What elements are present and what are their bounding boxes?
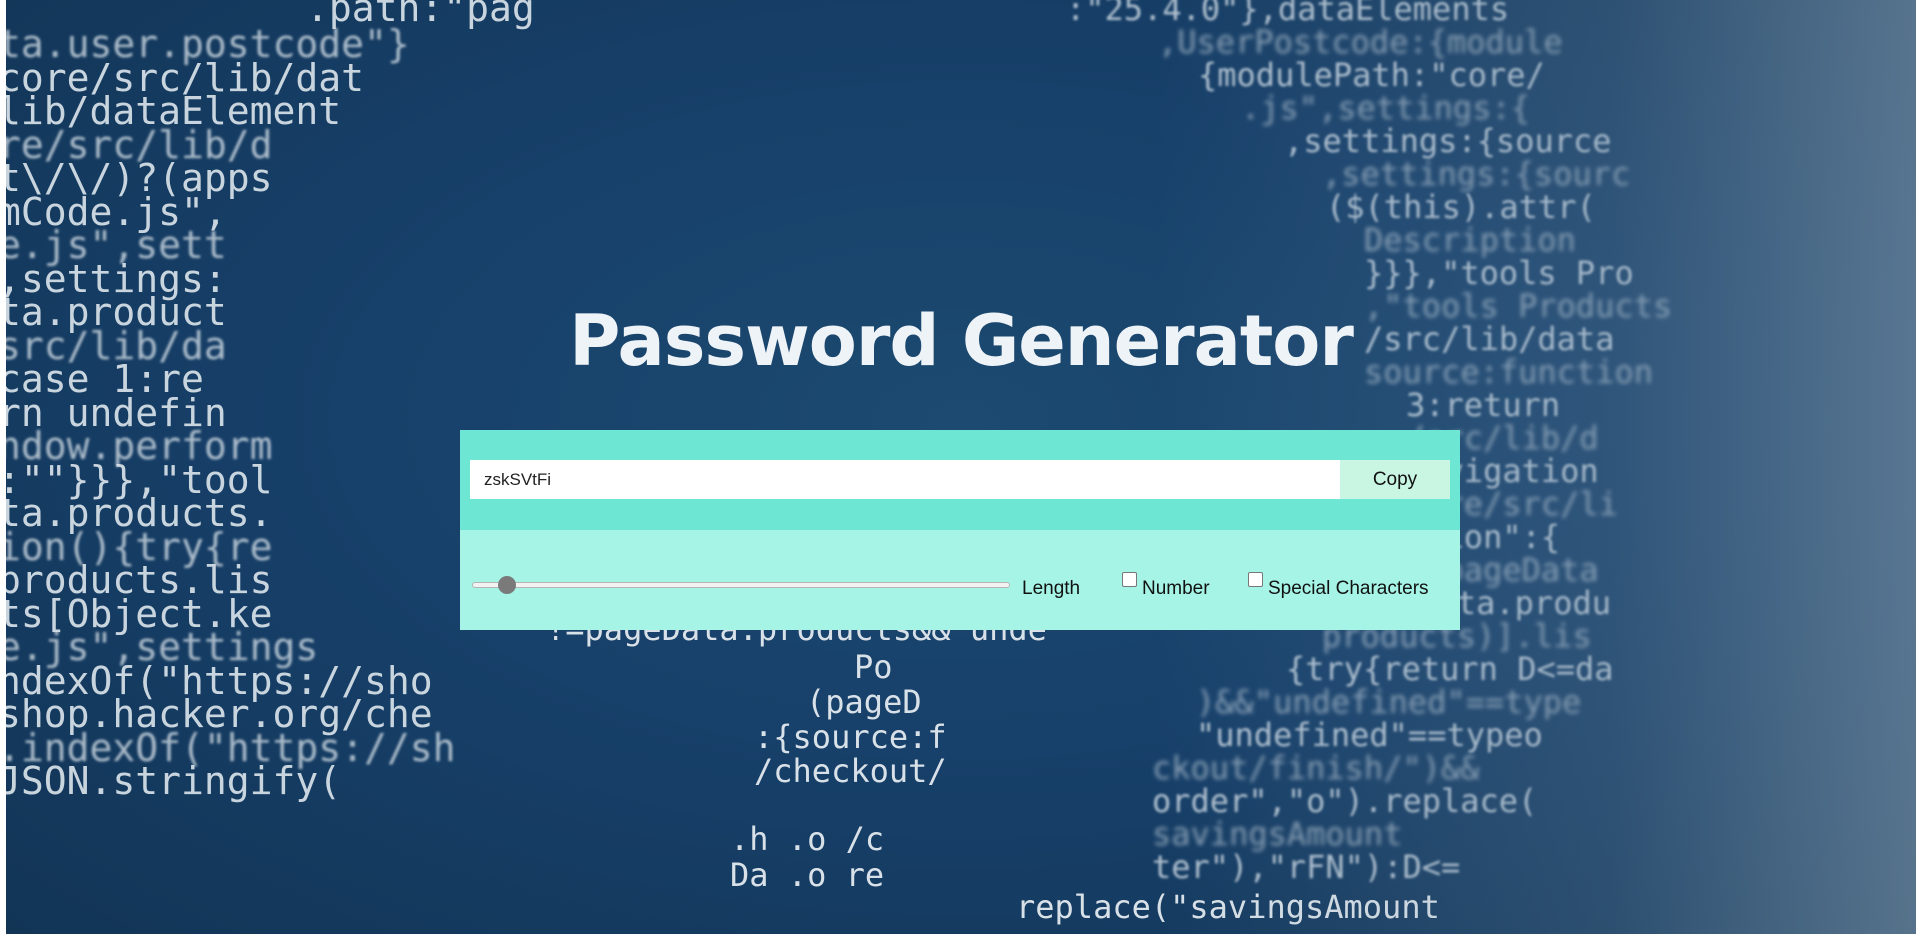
background-code-line: ,settings: bbox=[6, 256, 227, 301]
length-label: Length bbox=[1022, 578, 1081, 599]
password-row: Copy bbox=[460, 430, 1460, 530]
background-code-line: Da .o re bbox=[730, 856, 885, 894]
background-code-line: products.lis bbox=[6, 558, 273, 602]
background-code-line: .indexOf("https://sh bbox=[6, 725, 456, 770]
background-code-line: .js",settings:{ bbox=[1241, 89, 1530, 127]
background-code-line: /checkout/ bbox=[754, 752, 947, 790]
background-code-line: (pageD bbox=[806, 683, 922, 721]
background-code-line: {try{return D<=da bbox=[1286, 650, 1614, 688]
background-code-line: rn undefin bbox=[6, 390, 227, 435]
background-code-line: order","o").replace( bbox=[1152, 782, 1538, 820]
page-title: Password Generator bbox=[569, 300, 1354, 382]
background-code-line: mCode.js", bbox=[6, 189, 227, 234]
number-checkbox[interactable] bbox=[1122, 572, 1137, 587]
background-code-line: ndow.perform bbox=[6, 424, 273, 468]
background-code-line: ter"),"rFN"):D<= bbox=[1152, 848, 1461, 886]
background-code-line: e.js",settings bbox=[6, 625, 319, 669]
background-code-line: ts[Object.ke bbox=[6, 591, 273, 636]
background-code-line: ndexOf("https://sho bbox=[6, 658, 433, 703]
special-characters-label: Special Characters bbox=[1268, 578, 1429, 599]
background-code-line: Po bbox=[854, 648, 893, 686]
length-slider-track[interactable] bbox=[472, 582, 1010, 588]
background-code-line: ,UserPostcode:{module bbox=[1158, 23, 1563, 61]
background-code-line: core/src/lib/dat bbox=[6, 55, 365, 100]
background-code-line: )&&"undefined"==type bbox=[1196, 683, 1582, 721]
copy-button[interactable]: Copy bbox=[1340, 460, 1450, 499]
background-code-line: ckout/finish/")&& bbox=[1152, 749, 1480, 787]
length-slider[interactable] bbox=[472, 574, 1010, 596]
number-label: Number bbox=[1142, 578, 1210, 599]
background-code-line: replace("savingsAmount bbox=[1016, 888, 1440, 926]
background-code-line: Description bbox=[1364, 221, 1576, 259]
background-code-line: }}},"tools Pro bbox=[1364, 254, 1634, 292]
background-code-line: .path:"pag bbox=[306, 0, 535, 30]
background-code-line: ($(this).attr( bbox=[1326, 188, 1596, 226]
background-code-line: ta.products. bbox=[6, 491, 273, 535]
background-code-line: JSON.stringify( bbox=[6, 759, 342, 803]
app-background: .path:"pag ta.user.postcode"} core/src/lib… bbox=[6, 0, 1916, 934]
background-code-line: "undefined"==typeo bbox=[1196, 716, 1543, 754]
background-code-line: ion(){try{re bbox=[6, 524, 273, 569]
background-code-line: .h .o /c bbox=[730, 820, 885, 858]
background-code-line: re/src/lib/d bbox=[6, 122, 273, 167]
background-code-line: savingsAmount bbox=[1152, 815, 1403, 853]
background-code-line: :""}}},"tool bbox=[6, 457, 273, 502]
background-code-line: ,settings:{sourc bbox=[1322, 155, 1631, 193]
background-code-line: e.js",sett bbox=[6, 223, 227, 267]
length-slider-thumb[interactable] bbox=[498, 576, 516, 594]
background-code-line: shop.hacker.org/che bbox=[6, 692, 433, 736]
generator-panel: Copy Length Number Special Characters bbox=[460, 430, 1460, 630]
special-characters-checkbox[interactable] bbox=[1248, 572, 1263, 587]
background-code-line: lib/dataElement bbox=[6, 89, 342, 133]
background-code-line: :"25.4.0"},dataElements bbox=[1066, 0, 1510, 28]
background-code-line: :{source:f bbox=[754, 718, 947, 756]
password-output-field[interactable] bbox=[470, 460, 1340, 499]
background-code-line: 3:return bbox=[1406, 386, 1561, 424]
background-code-line: ,settings:{source bbox=[1284, 122, 1612, 160]
background-code-line: {modulePath:"core/ bbox=[1198, 56, 1545, 94]
background-code-line: ta.user.postcode"} bbox=[6, 22, 410, 66]
background-code-line: t\/\/)?(apps bbox=[6, 156, 273, 200]
